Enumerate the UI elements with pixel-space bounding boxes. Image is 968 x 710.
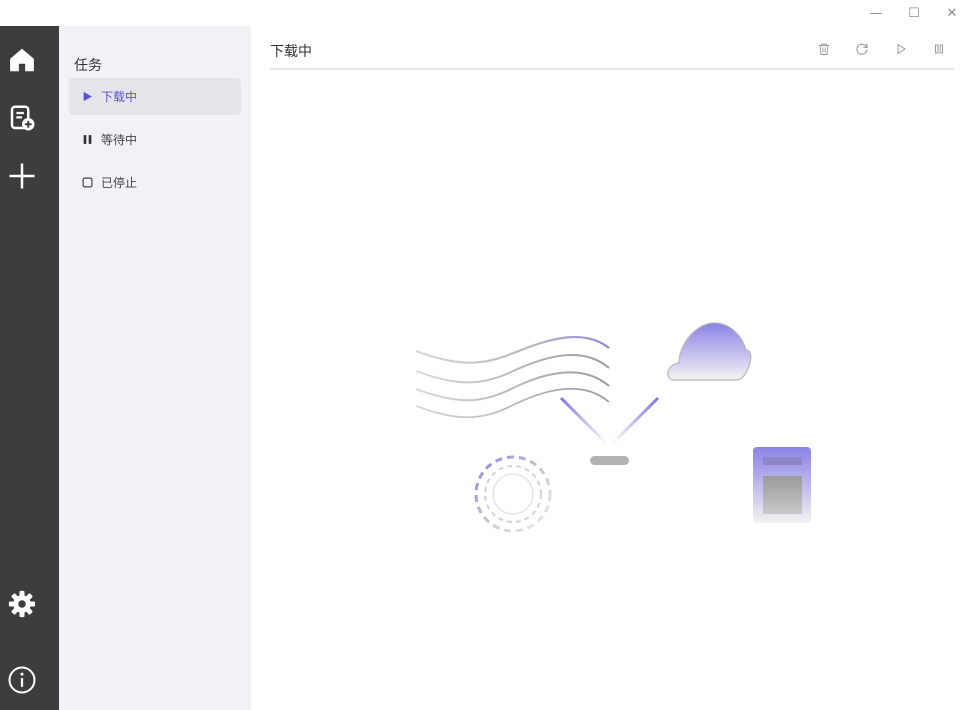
- cloud-icon: [667, 322, 752, 381]
- sidebar-item-label: 已停止: [101, 176, 138, 190]
- navigation-rail: [0, 26, 59, 710]
- wave-lines-icon: [415, 335, 610, 419]
- pause-icon: [81, 134, 93, 146]
- download-arrow-icon: [559, 396, 660, 465]
- sidebar-item-waiting[interactable]: 等待中: [69, 121, 241, 158]
- play-icon: [81, 91, 93, 103]
- add-icon[interactable]: [6, 160, 38, 192]
- sidebar-title: 任务: [74, 58, 102, 74]
- info-icon[interactable]: [6, 664, 38, 696]
- title-bar: — ☐ ✕: [0, 0, 968, 26]
- sidebar-item-stopped[interactable]: 已停止: [69, 164, 241, 201]
- sidebar-item-downloading[interactable]: 下载中: [69, 78, 241, 115]
- task-sidebar: 任务 下载中 等待中 已停止: [59, 26, 251, 710]
- loading-rings-icon: [474, 455, 552, 533]
- stop-icon: [81, 177, 93, 189]
- document-icon: [753, 447, 811, 523]
- close-button[interactable]: ✕: [938, 3, 966, 23]
- sidebar-item-label: 等待中: [101, 133, 138, 147]
- new-task-icon[interactable]: [6, 102, 38, 134]
- settings-icon[interactable]: [6, 588, 38, 620]
- sidebar-item-label: 下载中: [101, 90, 138, 104]
- home-icon[interactable]: [6, 44, 38, 76]
- maximize-button[interactable]: ☐: [900, 3, 928, 23]
- minimize-button[interactable]: —: [862, 3, 890, 23]
- empty-state-illustration: [415, 322, 811, 533]
- app-window: — ☐ ✕ 任务 下载中 等待中 已停止 下载中: [0, 0, 968, 710]
- main-panel: 下载中: [251, 26, 968, 710]
